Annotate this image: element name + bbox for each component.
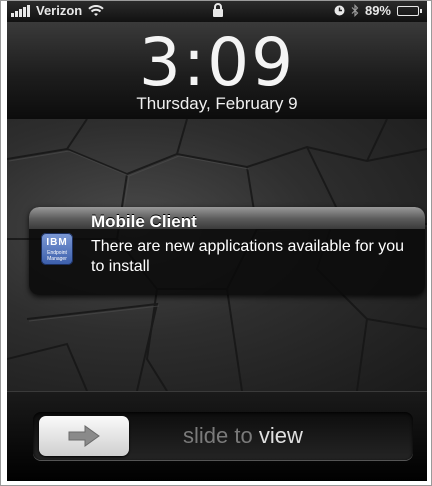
slider-label-action: view (258, 423, 303, 448)
slider-label-prefix: slide to (183, 423, 253, 448)
slider-area: slide to view (7, 391, 427, 481)
ibm-app-icon: IBM Endpoint Manager (41, 233, 73, 265)
arrow-right-icon (68, 425, 100, 447)
slider-knob[interactable] (39, 416, 129, 456)
lock-icon (213, 3, 223, 17)
lock-screen: Verizon 89% 3:09 Thursday, February 9 IB… (7, 1, 427, 481)
notification-title: Mobile Client (91, 212, 197, 231)
battery-icon (397, 5, 422, 16)
notification-message: There are new applications available for… (91, 238, 405, 275)
app-icon-subtext: Endpoint Manager (47, 250, 67, 262)
wifi-icon (88, 4, 104, 16)
notification-header-gloss (29, 207, 425, 229)
slide-to-view-track: slide to view (33, 412, 413, 460)
slider-label: slide to view (183, 423, 303, 449)
status-center (212, 3, 224, 20)
clock-area: 3:09 Thursday, February 9 (7, 22, 427, 120)
status-bar: Verizon 89% (7, 1, 427, 22)
carrier-name: Verizon (36, 3, 83, 18)
clock-icon (334, 5, 345, 16)
lock-time: 3:09 (138, 24, 296, 101)
push-notification[interactable]: IBM Endpoint Manager Mobile Client There… (29, 207, 425, 295)
screenshot-frame: Verizon 89% 3:09 Thursday, February 9 IB… (0, 0, 432, 486)
status-right: 89% (334, 3, 422, 18)
app-icon-text: IBM (46, 237, 68, 248)
lock-date: Thursday, February 9 (136, 94, 298, 113)
status-left: Verizon (11, 3, 104, 18)
signal-bars-icon (11, 4, 30, 17)
bluetooth-icon (351, 4, 359, 17)
battery-percent: 89% (364, 3, 391, 18)
